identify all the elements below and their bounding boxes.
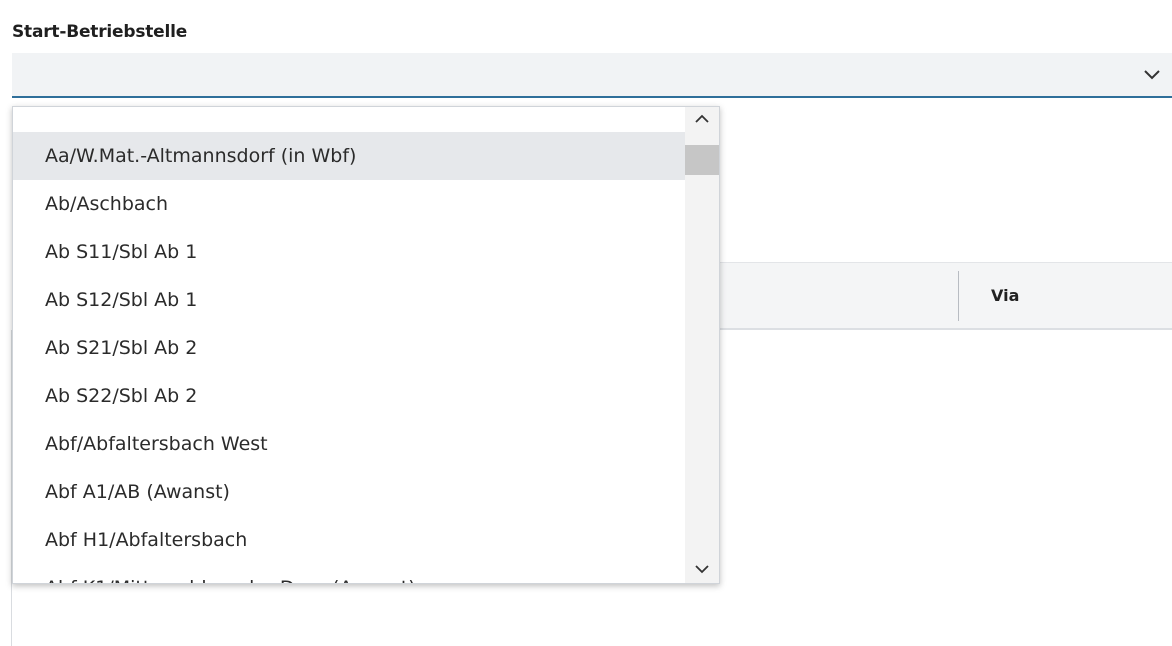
dropdown-option[interactable]: Abf H1/Abfaltersbach [13,516,687,564]
column-divider[interactable] [958,271,959,321]
dropdown-options: Aa/W.Mat.-Altmannsdorf (in Wbf) Ab/Aschba… [13,132,687,583]
dropdown-option[interactable]: Abf A1/AB (Awanst) [13,468,687,516]
chevron-up-icon[interactable] [694,113,710,125]
dropdown-option[interactable]: Abf/Abfaltersbach West [13,420,687,468]
scrollbar-thumb[interactable] [685,145,719,175]
dropdown-option[interactable]: Ab S22/Sbl Ab 2 [13,372,687,420]
chevron-down-icon[interactable] [694,563,710,575]
chevron-down-icon[interactable] [1142,66,1162,84]
column-header-via[interactable]: Via [991,286,1019,305]
dropdown-option[interactable]: Ab/Aschbach [13,180,687,228]
page: Start-Betriebstelle Via Aa/W.Mat.-Altman… [0,0,1172,646]
dropdown-option[interactable]: Ab S12/Sbl Ab 1 [13,276,687,324]
dropdown-option[interactable]: Ab S11/Sbl Ab 1 [13,228,687,276]
dropdown-list[interactable]: Aa/W.Mat.-Altmannsdorf (in Wbf) Ab/Aschba… [12,106,720,584]
field-label-start-betriebstelle: Start-Betriebstelle [12,22,188,42]
start-betriebstelle-select[interactable] [12,53,1172,98]
scrollbar[interactable] [685,107,719,583]
dropdown-option[interactable]: Abf K1/Mittewald an der Drau (Awanst) [13,564,687,583]
dropdown-option[interactable]: Ab S21/Sbl Ab 2 [13,324,687,372]
dropdown-option[interactable]: Aa/W.Mat.-Altmannsdorf (in Wbf) [13,132,687,180]
